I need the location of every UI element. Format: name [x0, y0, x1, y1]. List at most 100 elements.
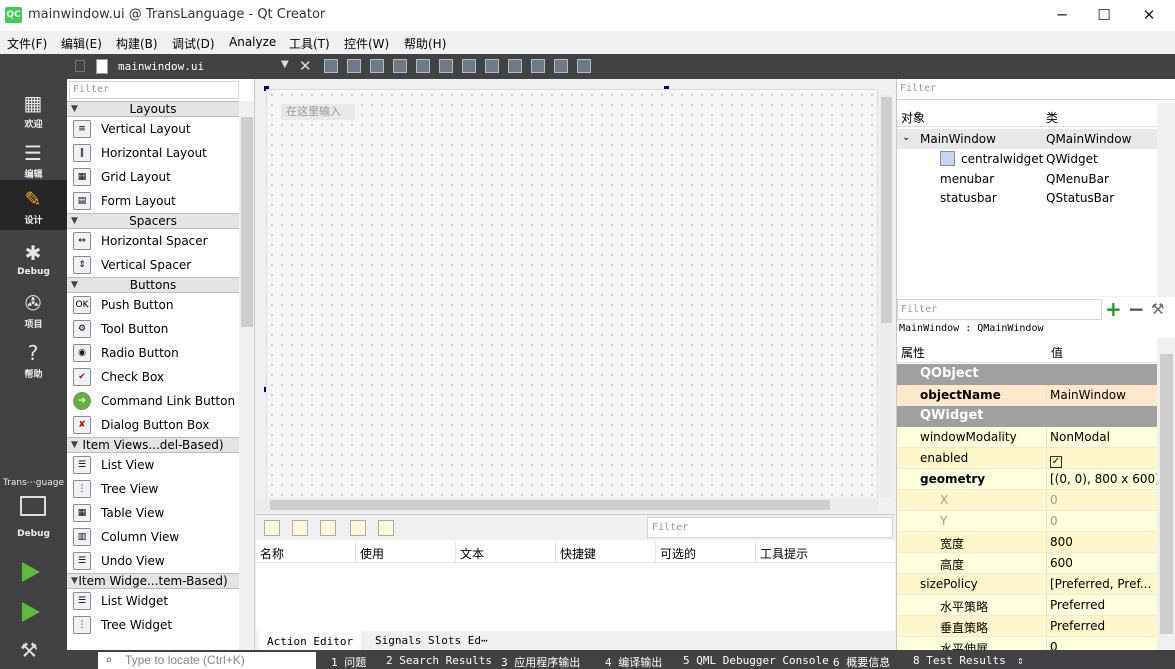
- widget-vertical-spacer[interactable]: ⇕ Vertical Spacer: [67, 253, 239, 277]
- delete-action-icon[interactable]: [350, 520, 366, 536]
- widget-tool-button[interactable]: ⚙ Tool Button: [67, 317, 239, 341]
- widget-check-box[interactable]: ✔ Check Box: [67, 365, 239, 389]
- menu-file[interactable]: 文件(F): [7, 35, 47, 52]
- scrollbar-thumb[interactable]: [881, 97, 892, 323]
- property-row[interactable]: windowModality NonModal: [897, 427, 1157, 448]
- menu-tools[interactable]: 工具(T): [289, 35, 330, 52]
- close-window-button[interactable]: ✕: [1126, 0, 1172, 31]
- property-row[interactable]: objectName MainWindow: [897, 385, 1157, 406]
- widget-horizontal-spacer[interactable]: ⇔ Horizontal Spacer: [67, 229, 239, 253]
- widget-tree-view[interactable]: ⋮ Tree View: [67, 477, 239, 501]
- widget-radio-button[interactable]: ◉ Radio Button: [67, 341, 239, 365]
- mode-help[interactable]: ? 帮助: [0, 334, 67, 384]
- open-file-name[interactable]: mainwindow.ui: [118, 60, 204, 73]
- column-header[interactable]: 属性: [901, 344, 925, 361]
- expand-arrow-icon[interactable]: ⌄: [902, 132, 910, 143]
- property-editor-scrollbar[interactable]: [1157, 338, 1175, 650]
- widget-tree-widget[interactable]: ⋮ Tree Widget: [67, 613, 239, 637]
- property-row[interactable]: ▼ sizePolicy [Preferred, Pref...: [897, 574, 1157, 595]
- form-horizontal-scrollbar[interactable]: [256, 498, 878, 512]
- widget-grid-layout[interactable]: ▦ Grid Layout: [67, 165, 239, 189]
- menu-placeholder[interactable]: 在这里输入: [281, 104, 355, 120]
- menu-build[interactable]: 构建(B): [116, 35, 158, 52]
- adjust-size-icon[interactable]: [577, 59, 591, 73]
- menu-analyze[interactable]: Analyze: [229, 35, 276, 49]
- widget-list-view[interactable]: ☰ List View: [67, 453, 239, 477]
- tree-row-statusbar[interactable]: statusbar QStatusBar: [897, 188, 1157, 208]
- widget-box-scrollbar[interactable]: [239, 101, 254, 650]
- tree-row-centralwidget[interactable]: centralwidget QWidget: [897, 149, 1157, 169]
- tab-search-results[interactable]: 2 Search Results: [386, 654, 492, 667]
- enabled-checkbox[interactable]: ✓: [1050, 456, 1062, 468]
- property-row[interactable]: 水平策略 Preferred: [897, 595, 1157, 616]
- property-group-qwidget[interactable]: QWidget: [897, 406, 1157, 427]
- mode-edit[interactable]: ☰ 编辑: [0, 134, 67, 184]
- layout-grid-icon[interactable]: [508, 59, 522, 73]
- mode-projects[interactable]: ✇ 项目: [0, 284, 67, 334]
- column-header[interactable]: 对象: [901, 109, 925, 126]
- property-value[interactable]: NonModal: [1047, 427, 1157, 447]
- tab-application-output[interactable]: 3 应用程序输出: [501, 654, 580, 669]
- edit-buddies-icon[interactable]: [370, 59, 384, 73]
- property-row[interactable]: ▼ geometry [(0, 0), 800 x 600]: [897, 469, 1157, 490]
- property-value[interactable]: ✓: [1047, 448, 1157, 468]
- property-value[interactable]: [Preferred, Pref...: [1047, 574, 1157, 594]
- widget-push-button[interactable]: OK Push Button: [67, 293, 239, 317]
- kit-build-config[interactable]: Debug: [0, 529, 67, 539]
- form-vertical-scrollbar[interactable]: [880, 94, 893, 498]
- monitor-icon[interactable]: [20, 496, 46, 516]
- property-row[interactable]: 水平伸展 0: [897, 637, 1157, 650]
- property-value[interactable]: [(0, 0), 800 x 600]: [1047, 469, 1157, 489]
- new-action-icon[interactable]: [264, 520, 280, 536]
- scrollbar-thumb[interactable]: [241, 117, 253, 327]
- column-header[interactable]: 可选的: [660, 545, 696, 562]
- copy-action-icon[interactable]: [292, 520, 308, 536]
- menu-debug[interactable]: 调试(D): [172, 35, 215, 52]
- tab-qml-debugger-console[interactable]: 5 QML Debugger Console: [683, 654, 829, 667]
- widget-command-link-button[interactable]: ➔ Command Link Button: [67, 389, 239, 413]
- menu-edit[interactable]: 编辑(E): [61, 35, 102, 52]
- break-layout-icon[interactable]: [554, 59, 568, 73]
- column-header[interactable]: 值: [1051, 344, 1063, 361]
- configure-icon[interactable]: ⚒: [1151, 300, 1164, 318]
- build-hammer-icon[interactable]: ⚒: [20, 638, 44, 662]
- mode-welcome[interactable]: ▦ 欢迎: [0, 84, 67, 134]
- widget-list-widget[interactable]: ☰ List Widget: [67, 589, 239, 613]
- expand-output-icon[interactable]: ⇕: [1017, 654, 1024, 667]
- layout-vertical-icon[interactable]: [439, 59, 453, 73]
- chevron-down-icon[interactable]: ▼: [281, 59, 289, 70]
- property-value[interactable]: Preferred: [1047, 616, 1157, 636]
- edit-widgets-icon[interactable]: [324, 59, 338, 73]
- locator-input[interactable]: Type to locate (Ctrl+K): [98, 652, 316, 669]
- maximize-button[interactable]: ☐: [1081, 0, 1127, 31]
- tab-issues[interactable]: 1 问题: [331, 654, 366, 669]
- tab-general-messages[interactable]: 6 概要信息: [833, 654, 890, 669]
- category-item-views[interactable]: ▼ Item Views...del-Based): [67, 437, 239, 453]
- menu-widgets[interactable]: 控件(W): [344, 35, 389, 52]
- column-header[interactable]: 工具提示: [760, 545, 808, 562]
- property-group-qobject[interactable]: QObject: [897, 364, 1157, 385]
- property-row[interactable]: 垂直策略 Preferred: [897, 616, 1157, 637]
- object-inspector-scrollbar[interactable]: [1157, 103, 1175, 296]
- widget-horizontal-layout[interactable]: ‖ Horizontal Layout: [67, 141, 239, 165]
- tree-row-menubar[interactable]: menubar QMenuBar: [897, 169, 1157, 189]
- property-value[interactable]: 800: [1047, 532, 1157, 552]
- configure-icon[interactable]: [378, 520, 394, 536]
- property-row[interactable]: 高度 600: [897, 553, 1157, 574]
- column-header[interactable]: 快捷键: [560, 545, 596, 562]
- property-row[interactable]: X 0: [897, 490, 1157, 511]
- property-value[interactable]: Preferred: [1047, 595, 1157, 615]
- object-filter-input[interactable]: Filter: [897, 79, 1175, 100]
- property-value[interactable]: 0: [1047, 511, 1157, 531]
- widget-undo-view[interactable]: ☰ Undo View: [67, 549, 239, 573]
- menu-help[interactable]: 帮助(H): [404, 35, 446, 52]
- category-layouts[interactable]: ▼ Layouts: [67, 101, 239, 117]
- layout-vertical-splitter-icon[interactable]: [485, 59, 499, 73]
- tab-action-editor[interactable]: Action Editor: [259, 631, 362, 651]
- tab-test-results[interactable]: 8 Test Results: [913, 654, 1006, 667]
- property-value[interactable]: 600: [1047, 553, 1157, 573]
- layout-horizontal-splitter-icon[interactable]: [462, 59, 476, 73]
- column-header[interactable]: 文本: [460, 545, 484, 562]
- category-buttons[interactable]: ▼ Buttons: [67, 277, 239, 293]
- add-dynamic-property-icon[interactable]: +: [1105, 299, 1122, 319]
